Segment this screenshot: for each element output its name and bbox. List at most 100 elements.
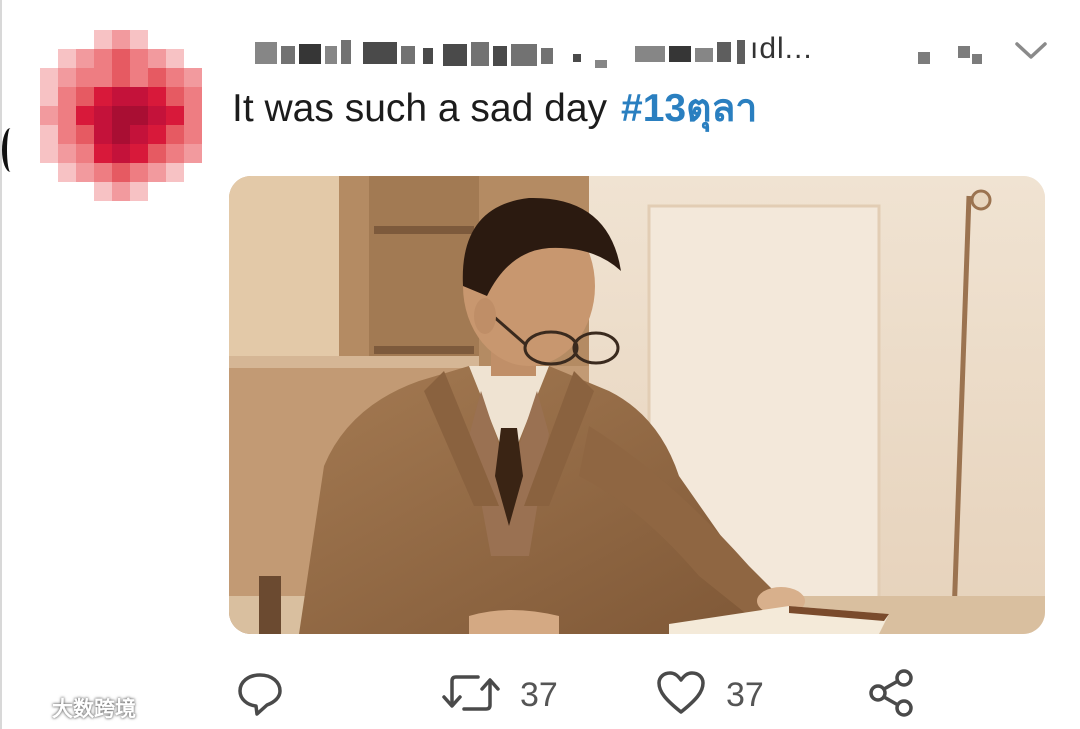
avatar-pixel xyxy=(58,144,76,163)
avatar-pixel xyxy=(94,106,112,125)
avatar-pixel xyxy=(112,125,130,144)
username-pixel-block xyxy=(299,44,321,64)
avatar-pixel xyxy=(184,106,202,125)
avatar-pixel xyxy=(130,87,148,106)
avatar-pixel xyxy=(94,30,112,49)
username-pixel-block xyxy=(401,46,415,64)
avatar-pixel xyxy=(40,144,58,163)
username-pixel-block xyxy=(595,60,607,68)
tweet-text: It was such a sad day #13ตุลา xyxy=(232,84,757,134)
avatar-pixel xyxy=(148,30,166,49)
avatar-pixel xyxy=(40,163,58,182)
tweet-screenshot: ıdl... It was such a sad day #13ตุลา 37 … xyxy=(0,0,1080,729)
left-edge-divider xyxy=(0,0,2,729)
retweet-count: 37 xyxy=(520,675,558,714)
avatar-pixel xyxy=(148,163,166,182)
avatar-pixel xyxy=(148,182,166,201)
share-button[interactable] xyxy=(866,660,916,729)
avatar-pixel xyxy=(112,106,130,125)
avatar-pixel xyxy=(130,125,148,144)
avatar-pixel xyxy=(76,87,94,106)
avatar-pixel xyxy=(166,30,184,49)
avatar-pixel xyxy=(184,163,202,182)
username-pixel-block xyxy=(443,44,467,66)
avatar-pixel xyxy=(58,163,76,182)
username-pixel-block xyxy=(573,54,581,62)
avatar-pixel xyxy=(166,163,184,182)
username-visible-fragment: ıdl... xyxy=(750,32,813,65)
avatar-pixel xyxy=(40,87,58,106)
avatar-pixel xyxy=(112,182,130,201)
avatar-pixel xyxy=(40,49,58,68)
avatar-pixel xyxy=(148,144,166,163)
avatar-pixel xyxy=(184,182,202,201)
watermark-text: 大数跨境 xyxy=(52,698,136,721)
avatar-pixel xyxy=(130,163,148,182)
username-pixel-block xyxy=(281,46,295,64)
username-pixel-block xyxy=(541,48,553,64)
photo-illustration xyxy=(229,176,1045,634)
avatar-pixel xyxy=(112,87,130,106)
username-pixel-block xyxy=(423,48,433,64)
avatar-pixel xyxy=(112,163,130,182)
avatar-pixel xyxy=(94,125,112,144)
avatar-pixel xyxy=(148,125,166,144)
avatar-pixel xyxy=(130,68,148,87)
avatar-pixel xyxy=(40,182,58,201)
tweet-photo[interactable] xyxy=(229,176,1045,634)
avatar-pixel xyxy=(112,49,130,68)
avatar-pixel xyxy=(130,30,148,49)
avatar-pixel xyxy=(184,30,202,49)
avatar-pixel xyxy=(94,49,112,68)
avatar-pixel xyxy=(58,125,76,144)
avatar-pixel xyxy=(166,49,184,68)
avatar-pixel xyxy=(166,182,184,201)
avatar-pixel xyxy=(76,182,94,201)
avatar-pixel xyxy=(40,68,58,87)
avatar-pixel xyxy=(130,182,148,201)
avatar-pixel xyxy=(76,106,94,125)
avatar-pixel xyxy=(130,106,148,125)
avatar-pixel xyxy=(112,30,130,49)
avatar-pixel xyxy=(58,106,76,125)
avatar-pixel xyxy=(76,49,94,68)
username-pixel-block xyxy=(471,42,489,66)
avatar-pixel xyxy=(94,144,112,163)
username-pixel-block xyxy=(669,46,691,62)
avatar[interactable] xyxy=(40,30,202,201)
username-pixel-block xyxy=(635,46,665,62)
username-pixel-block xyxy=(695,48,713,62)
avatar-pixel xyxy=(112,144,130,163)
avatar-pixel xyxy=(76,163,94,182)
hashtag-link[interactable]: #13ตุลา xyxy=(621,87,757,130)
more-options-chevron-icon[interactable] xyxy=(1010,30,1052,72)
avatar-pixel xyxy=(148,87,166,106)
avatar-pixel xyxy=(166,106,184,125)
reply-button[interactable] xyxy=(236,660,284,729)
watermark: 大数跨境 xyxy=(8,692,136,724)
avatar-pixel xyxy=(166,68,184,87)
avatar-pixel xyxy=(94,163,112,182)
username-pixel-block xyxy=(255,42,277,64)
handle-pixel-block xyxy=(972,54,982,64)
retweet-icon xyxy=(442,671,500,720)
username-pixel-block xyxy=(737,40,745,64)
username-pixel-block xyxy=(493,46,507,66)
avatar-pixel xyxy=(94,87,112,106)
like-button[interactable]: 37 xyxy=(656,660,764,729)
avatar-pixel xyxy=(184,144,202,163)
retweet-button[interactable]: 37 xyxy=(442,660,558,729)
username-pixelated[interactable]: ıdl... xyxy=(255,32,895,70)
avatar-pixel xyxy=(76,30,94,49)
heart-icon xyxy=(656,670,706,721)
avatar-pixel xyxy=(94,182,112,201)
tweet-action-bar: 37 37 xyxy=(0,660,1080,729)
avatar-pixel xyxy=(184,49,202,68)
avatar-pixel xyxy=(40,30,58,49)
avatar-pixel xyxy=(184,68,202,87)
avatar-pixel xyxy=(40,106,58,125)
avatar-pixel xyxy=(76,125,94,144)
avatar-pixel xyxy=(58,30,76,49)
tweet-body: It was such a sad day xyxy=(232,87,608,130)
username-pixel-block xyxy=(363,42,397,64)
